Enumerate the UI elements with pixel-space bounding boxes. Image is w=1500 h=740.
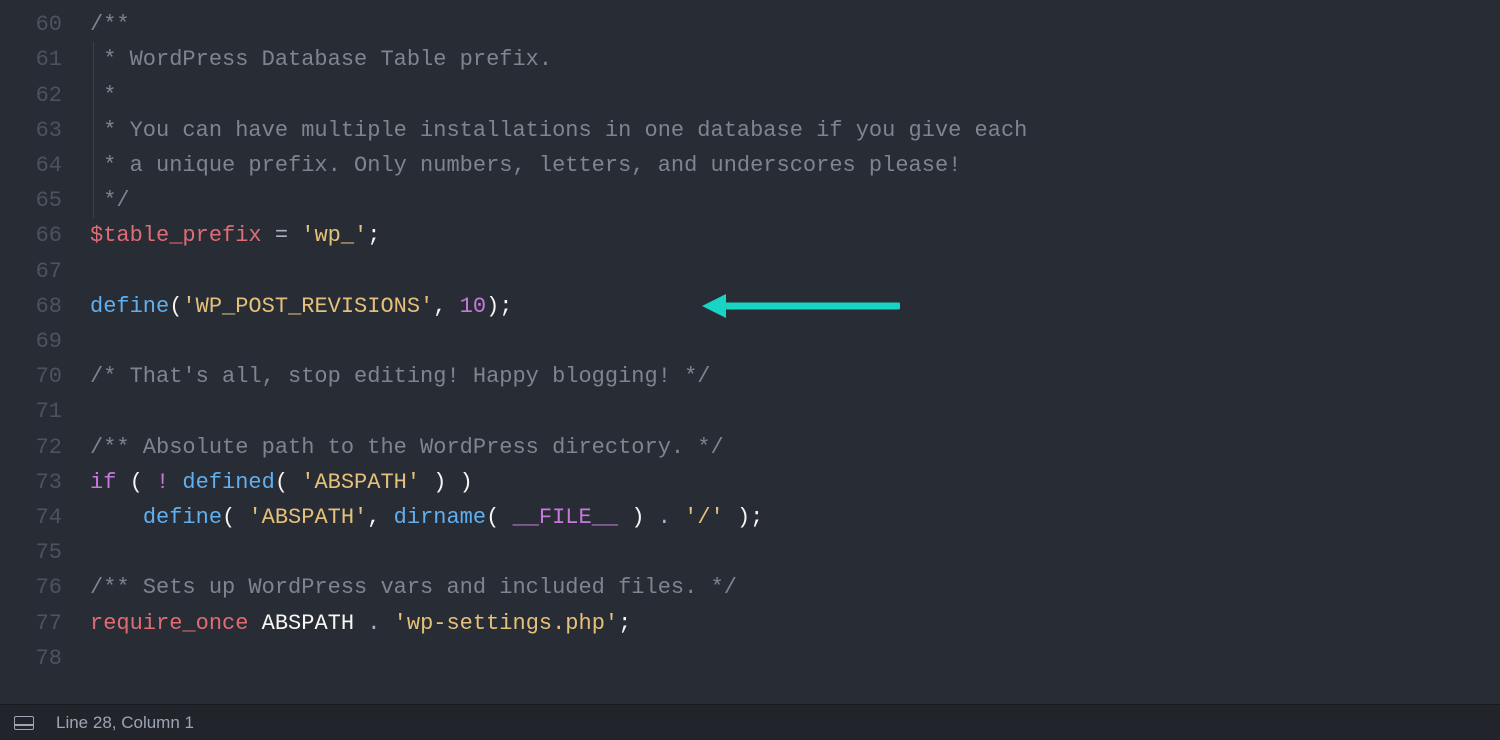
line-number: 65 xyxy=(0,183,90,218)
code-line[interactable]: 62 * xyxy=(0,78,1500,113)
line-number: 68 xyxy=(0,289,90,324)
code-content[interactable]: /** Absolute path to the WordPress direc… xyxy=(90,430,1500,465)
line-number: 75 xyxy=(0,535,90,570)
line-number: 76 xyxy=(0,570,90,605)
code-line[interactable]: 70/* That's all, stop editing! Happy blo… xyxy=(0,359,1500,394)
line-number: 73 xyxy=(0,465,90,500)
line-number: 59 xyxy=(0,0,90,7)
panel-icon[interactable] xyxy=(14,716,34,730)
code-line[interactable]: 77require_once ABSPATH . 'wp-settings.ph… xyxy=(0,606,1500,641)
annotation-arrow xyxy=(700,291,900,321)
code-line[interactable]: 71 xyxy=(0,394,1500,429)
code-content[interactable]: $table_prefix = 'wp_'; xyxy=(90,218,1500,253)
code-line[interactable]: 72/** Absolute path to the WordPress dir… xyxy=(0,430,1500,465)
code-content[interactable]: * xyxy=(90,78,1500,113)
line-number: 71 xyxy=(0,394,90,429)
line-number: 61 xyxy=(0,42,90,77)
code-content[interactable]: * WordPress Database Table prefix. xyxy=(90,42,1500,77)
code-line[interactable]: 76/** Sets up WordPress vars and include… xyxy=(0,570,1500,605)
code-editor[interactable]: 5960/**61 * WordPress Database Table pre… xyxy=(0,0,1500,704)
code-content[interactable]: /** xyxy=(90,7,1500,42)
code-content[interactable]: * You can have multiple installations in… xyxy=(90,113,1500,148)
line-number: 72 xyxy=(0,430,90,465)
status-bar: Line 28, Column 1 xyxy=(0,704,1500,740)
line-number: 69 xyxy=(0,324,90,359)
line-number: 78 xyxy=(0,641,90,676)
code-line[interactable]: 67 xyxy=(0,254,1500,289)
line-number: 60 xyxy=(0,7,90,42)
code-content[interactable]: require_once ABSPATH . 'wp-settings.php'… xyxy=(90,606,1500,641)
code-line[interactable]: 64 * a unique prefix. Only numbers, lett… xyxy=(0,148,1500,183)
code-content[interactable]: /* That's all, stop editing! Happy blogg… xyxy=(90,359,1500,394)
code-line[interactable]: 69 xyxy=(0,324,1500,359)
code-line[interactable]: 63 * You can have multiple installations… xyxy=(0,113,1500,148)
line-number: 66 xyxy=(0,218,90,253)
code-line[interactable]: 60/** xyxy=(0,7,1500,42)
code-line[interactable]: 66$table_prefix = 'wp_'; xyxy=(0,218,1500,253)
code-content[interactable]: * a unique prefix. Only numbers, letters… xyxy=(90,148,1500,183)
code-line[interactable]: 65 */ xyxy=(0,183,1500,218)
line-number: 67 xyxy=(0,254,90,289)
code-line[interactable]: 59 xyxy=(0,0,1500,7)
code-content[interactable]: if ( ! defined( 'ABSPATH' ) ) xyxy=(90,465,1500,500)
line-number: 64 xyxy=(0,148,90,183)
code-line[interactable]: 61 * WordPress Database Table prefix. xyxy=(0,42,1500,77)
cursor-position-indicator[interactable]: Line 28, Column 1 xyxy=(56,713,194,733)
code-line[interactable]: 78 xyxy=(0,641,1500,676)
line-number: 70 xyxy=(0,359,90,394)
code-line[interactable]: 73if ( ! defined( 'ABSPATH' ) ) xyxy=(0,465,1500,500)
line-number: 74 xyxy=(0,500,90,535)
code-content[interactable]: */ xyxy=(90,183,1500,218)
line-number: 62 xyxy=(0,78,90,113)
line-number: 63 xyxy=(0,113,90,148)
code-content[interactable]: /** Sets up WordPress vars and included … xyxy=(90,570,1500,605)
code-line[interactable]: 74 define( 'ABSPATH', dirname( __FILE__ … xyxy=(0,500,1500,535)
code-content[interactable]: define( 'ABSPATH', dirname( __FILE__ ) .… xyxy=(90,500,1500,535)
line-number: 77 xyxy=(0,606,90,641)
code-line[interactable]: 75 xyxy=(0,535,1500,570)
